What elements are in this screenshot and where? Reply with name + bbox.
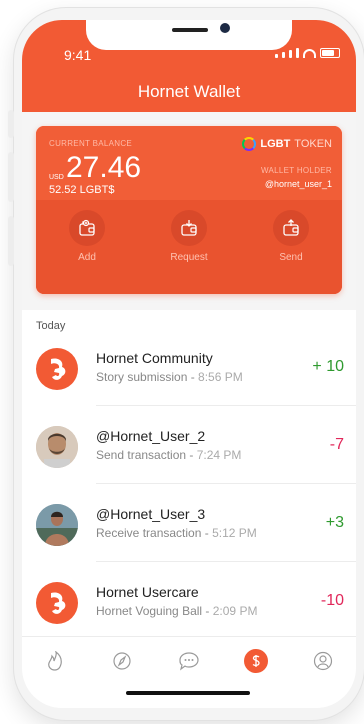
device-notch	[86, 20, 292, 50]
transaction-amount: +3	[325, 514, 344, 531]
page-title: Hornet Wallet	[137, 82, 241, 101]
row-divider	[96, 561, 356, 562]
signal-icon	[282, 52, 285, 58]
app-screen: 9:41 Hornet Wallet CURRENT BALANCE USD 2…	[22, 20, 356, 708]
token-ring-icon	[242, 137, 257, 151]
tab-bar	[22, 636, 356, 708]
token-balance: 52.52 LGBT$	[49, 184, 115, 196]
section-label-today: Today	[36, 320, 66, 332]
camera-icon	[220, 23, 230, 33]
home-indicator[interactable]	[126, 691, 250, 695]
balance-card: CURRENT BALANCE USD 27.46 52.52 LGBT$ LG…	[36, 126, 342, 294]
balance-amount: 27.46	[66, 151, 142, 184]
send-label: Send	[279, 252, 303, 263]
transaction-name: @Hornet_User_3	[96, 506, 206, 522]
row-divider	[96, 405, 356, 406]
transaction-desc: Receive transaction - 5:12 PM	[96, 526, 257, 540]
transaction-row[interactable]: @Hornet_User_2 Send transaction - 7:24 P…	[22, 414, 356, 484]
tab-list	[22, 649, 356, 673]
tab-discover[interactable]	[43, 649, 67, 673]
request-button[interactable]: Request	[149, 210, 229, 263]
transaction-row[interactable]: @Hornet_User_3 Receive transaction - 5:1…	[22, 492, 356, 562]
request-label: Request	[170, 252, 208, 263]
battery-icon	[320, 48, 340, 58]
transaction-desc: Send transaction - 7:24 PM	[96, 448, 242, 462]
transaction-amount: + 10	[312, 358, 344, 375]
speaker	[172, 28, 208, 32]
transaction-list: Today Hornet Community Story submission …	[22, 310, 356, 640]
transaction-desc: Hornet Voguing Ball - 2:09 PM	[96, 604, 258, 618]
side-button	[8, 216, 14, 266]
transaction-row[interactable]: Hornet Usercare Hornet Voguing Ball - 2:…	[22, 570, 356, 640]
token-brand: LGBT	[260, 138, 291, 150]
flame-icon	[48, 651, 63, 671]
wallet-send-icon	[273, 210, 309, 246]
hornet-logo-avatar	[36, 582, 78, 624]
wifi-icon	[303, 49, 316, 58]
user-avatar	[36, 426, 78, 468]
wallet-actions: Add Request Send	[36, 210, 342, 263]
add-label: Add	[78, 252, 96, 263]
transaction-amount: -7	[329, 436, 344, 453]
wallet-request-icon	[171, 210, 207, 246]
chat-bubble-icon	[179, 652, 199, 671]
signal-icon	[289, 50, 292, 58]
transaction-name: Hornet Community	[96, 350, 213, 366]
dollar-icon	[252, 655, 260, 667]
transaction-row[interactable]: Hornet Community Story submission - 8:56…	[22, 336, 356, 406]
profile-icon	[313, 651, 332, 671]
transaction-desc: Story submission - 8:56 PM	[96, 370, 243, 384]
tab-wallet[interactable]	[243, 649, 268, 673]
send-button[interactable]: Send	[251, 210, 331, 263]
signal-icon	[296, 48, 299, 58]
tab-explore[interactable]	[110, 649, 134, 673]
app-header: 9:41 Hornet Wallet	[22, 20, 356, 112]
transaction-name: @Hornet_User_2	[96, 428, 206, 444]
side-button	[8, 152, 14, 202]
side-button	[8, 110, 14, 138]
transaction-amount: -10	[320, 592, 344, 609]
compass-icon	[113, 652, 131, 670]
signal-icon	[275, 54, 278, 58]
wallet-holder: @hornet_user_1	[264, 179, 332, 189]
status-time: 9:41	[64, 47, 92, 63]
tab-profile[interactable]	[311, 649, 335, 673]
lgbt-token-logo: LGBT TOKEN	[242, 137, 332, 151]
hornet-logo-avatar	[36, 348, 78, 390]
wallet-add-icon	[69, 210, 105, 246]
current-balance-label: CURRENT BALANCE	[49, 139, 133, 148]
user-avatar	[36, 504, 78, 546]
currency-label: USD	[49, 174, 64, 181]
token-word: TOKEN	[294, 138, 332, 150]
add-button[interactable]: Add	[47, 210, 127, 263]
row-divider	[96, 483, 356, 484]
status-icons	[275, 48, 340, 58]
tab-messages[interactable]	[177, 649, 201, 673]
transaction-name: Hornet Usercare	[96, 584, 199, 600]
wallet-holder-label: WALLET HOLDER	[260, 166, 332, 175]
